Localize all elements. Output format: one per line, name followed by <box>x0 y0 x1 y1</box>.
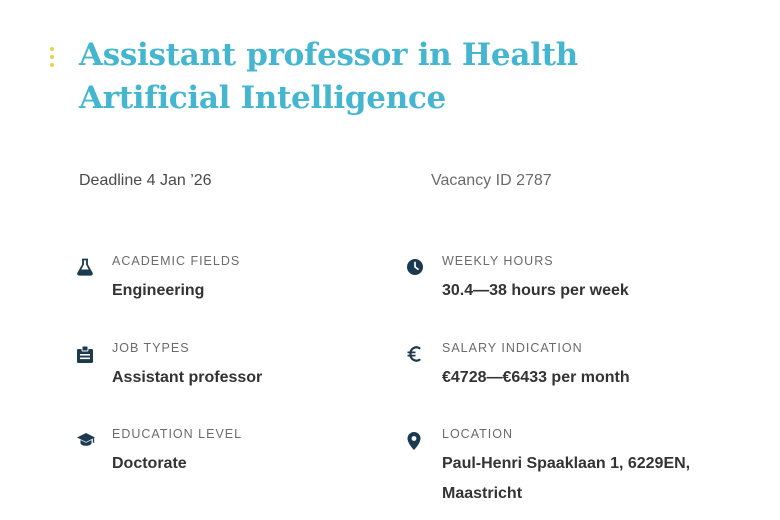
weekly-hours-value: 30.4—38 hours per week <box>442 282 629 299</box>
graduation-cap-icon <box>76 431 96 451</box>
education-level-label: EDUCATION LEVEL <box>112 427 243 441</box>
job-types-label: JOB TYPES <box>112 341 190 355</box>
location-value: Paul-Henri Spaaklaan 1, 6229EN, Maastric… <box>442 455 691 502</box>
flask-icon <box>76 258 96 278</box>
salary-indication-value: €4728—€6433 per month <box>442 369 630 386</box>
vacancy-id-text: Vacancy ID 2787 <box>431 172 552 189</box>
academic-fields-label: ACADEMIC FIELDS <box>112 254 241 268</box>
map-pin-icon <box>406 431 426 451</box>
clipboard-icon <box>76 345 96 365</box>
euro-icon <box>406 345 426 365</box>
academic-fields-value: Engineering <box>112 282 205 299</box>
page-title: Assistant professor in Health Artificial… <box>79 37 578 116</box>
weekly-hours-label: WEEKLY HOURS <box>442 254 554 268</box>
job-types-value: Assistant professor <box>112 369 263 386</box>
location-label: LOCATION <box>442 427 513 441</box>
salary-indication-label: SALARY INDICATION <box>442 341 583 355</box>
deadline-text: Deadline 4 Jan ’26 <box>79 172 212 189</box>
decorative-dots <box>50 47 56 67</box>
clock-icon <box>406 258 426 278</box>
education-level-value: Doctorate <box>112 455 187 472</box>
